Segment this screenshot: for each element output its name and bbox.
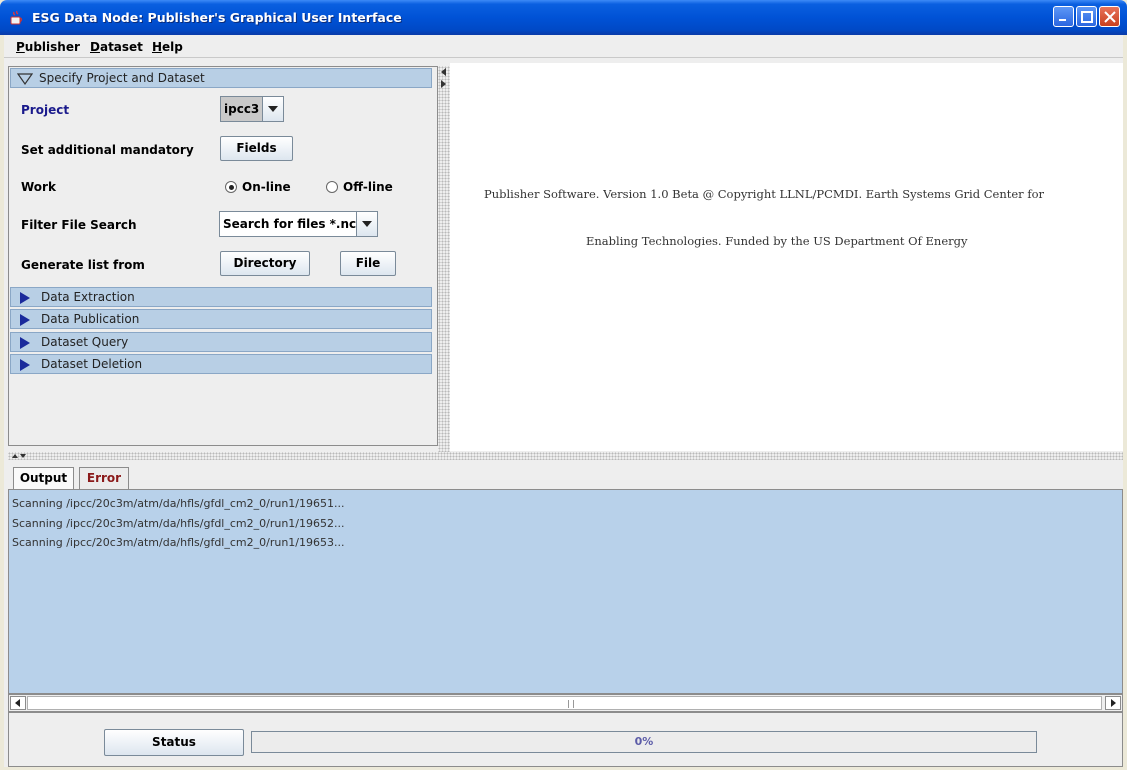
log-line: Scanning /ipcc/20c3m/atm/da/hfls/gfdl_cm… <box>12 536 345 549</box>
window-title: ESG Data Node: Publisher's Graphical Use… <box>32 10 402 25</box>
output-log[interactable]: Scanning /ipcc/20c3m/atm/da/hfls/gfdl_cm… <box>8 489 1123 694</box>
menu-label: ublisher <box>24 40 80 54</box>
java-cup-icon <box>10 10 23 25</box>
expanded-triangle-icon <box>17 73 33 86</box>
menu-label: ataset <box>99 40 143 54</box>
offline-label: Off-line <box>343 180 393 194</box>
collapsed-triangle-icon <box>20 292 30 304</box>
section-dataset-query[interactable]: Dataset Query <box>10 332 432 352</box>
minimize-icon <box>1059 19 1066 21</box>
filter-label: Filter File Search <box>21 218 137 232</box>
project-select[interactable]: ipcc3 <box>220 96 284 122</box>
section-label: Dataset Query <box>41 335 129 349</box>
status-button[interactable]: Status <box>104 729 244 756</box>
filter-select[interactable]: Search for files *.nc <box>219 211 378 237</box>
info-line-2: Enabling Technologies. Funded by the US … <box>586 234 968 248</box>
collapsed-triangle-icon <box>20 359 30 371</box>
project-value: ipcc3 <box>224 102 260 116</box>
project-label: Project <box>21 103 70 117</box>
info-panel <box>450 63 1123 451</box>
section-label: Dataset Deletion <box>41 357 143 371</box>
radio-unselected-icon <box>326 181 338 193</box>
maximize-button[interactable] <box>1076 6 1097 27</box>
minimize-button[interactable] <box>1053 6 1074 27</box>
grip-icon <box>568 700 574 708</box>
scroll-right-button[interactable] <box>1105 696 1121 710</box>
menu-mnemonic: P <box>16 40 25 54</box>
dropdown-arrow-icon <box>262 97 283 121</box>
directory-button[interactable]: Directory <box>220 251 310 276</box>
online-label: On-line <box>242 180 291 194</box>
horizontal-splitter[interactable] <box>8 452 1123 460</box>
section-specify-project[interactable]: Specify Project and Dataset <box>10 68 432 88</box>
splitter-arrows-icon <box>441 68 446 88</box>
menu-publisher[interactable]: Publisher <box>16 40 80 54</box>
section-label: Specify Project and Dataset <box>39 71 205 85</box>
arrow-left-icon <box>15 699 20 707</box>
work-label: Work <box>21 180 56 194</box>
dropdown-arrow-icon <box>356 212 377 236</box>
filter-value: Search for files *.nc <box>223 217 357 231</box>
file-button[interactable]: File <box>340 251 396 276</box>
horizontal-scrollbar[interactable] <box>8 694 1123 712</box>
menu-help[interactable]: Help <box>152 40 183 54</box>
splitter-arrows-icon <box>12 454 26 458</box>
generate-label: Generate list from <box>21 258 145 272</box>
window-titlebar[interactable]: ESG Data Node: Publisher's Graphical Use… <box>0 0 1127 35</box>
vertical-splitter[interactable] <box>438 66 450 452</box>
log-line: Scanning /ipcc/20c3m/atm/da/hfls/gfdl_cm… <box>12 517 345 530</box>
arrow-right-icon <box>1111 699 1116 707</box>
tab-error[interactable]: Error <box>79 467 129 489</box>
scroll-left-button[interactable] <box>10 696 26 710</box>
section-label: Data Publication <box>41 312 140 326</box>
menu-dataset[interactable]: Dataset <box>90 40 143 54</box>
scrollbar-thumb[interactable] <box>27 696 1102 710</box>
radio-selected-icon <box>225 181 237 193</box>
section-data-publication[interactable]: Data Publication <box>10 309 432 329</box>
menubar: Publisher Dataset Help <box>4 35 1123 58</box>
tab-output[interactable]: Output <box>13 467 74 489</box>
collapsed-triangle-icon <box>20 337 30 349</box>
collapsed-triangle-icon <box>20 314 30 326</box>
close-icon <box>1104 11 1116 23</box>
log-line: Scanning /ipcc/20c3m/atm/da/hfls/gfdl_cm… <box>12 497 345 510</box>
mandatory-label: Set additional mandatory <box>21 143 194 157</box>
maximize-icon <box>1081 11 1093 23</box>
menu-mnemonic: D <box>90 40 100 54</box>
progress-text: 0% <box>634 735 654 748</box>
fields-button[interactable]: Fields <box>220 136 293 161</box>
progress-bar: 0% <box>251 731 1037 753</box>
menu-mnemonic: H <box>152 40 163 54</box>
info-line-1: Publisher Software. Version 1.0 Beta @ C… <box>484 187 1045 201</box>
section-dataset-deletion[interactable]: Dataset Deletion <box>10 354 432 374</box>
section-data-extraction[interactable]: Data Extraction <box>10 287 432 307</box>
close-button[interactable] <box>1099 6 1120 27</box>
section-label: Data Extraction <box>41 290 135 304</box>
menu-label: elp <box>162 40 183 54</box>
